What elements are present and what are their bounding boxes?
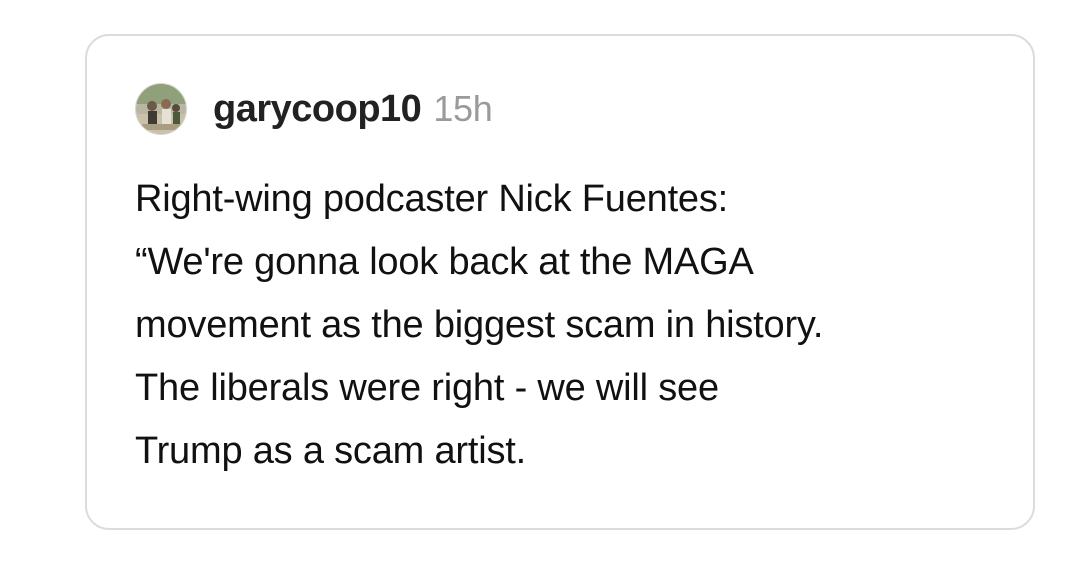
- post-header: garycoop10 15h: [135, 82, 493, 136]
- username-link[interactable]: garycoop10: [213, 88, 422, 131]
- post-text-line: “We're gonna look back at the MAGA: [135, 241, 754, 283]
- post-card: garycoop10 15h Right-wing podcaster Nick…: [85, 34, 1035, 530]
- post-text-line: The liberals were right - we will see: [135, 367, 719, 409]
- post-text-line: movement as the biggest scam in history.: [135, 304, 824, 346]
- post-timestamp: 15h: [433, 88, 493, 129]
- avatar[interactable]: [135, 83, 187, 135]
- post-text-line: Right-wing podcaster Nick Fuentes:: [135, 178, 729, 220]
- avatar-image: [136, 84, 186, 134]
- post-body: Right-wing podcaster Nick Fuentes: “We'r…: [135, 168, 1015, 483]
- post-text-line: Trump as a scam artist.: [135, 430, 526, 472]
